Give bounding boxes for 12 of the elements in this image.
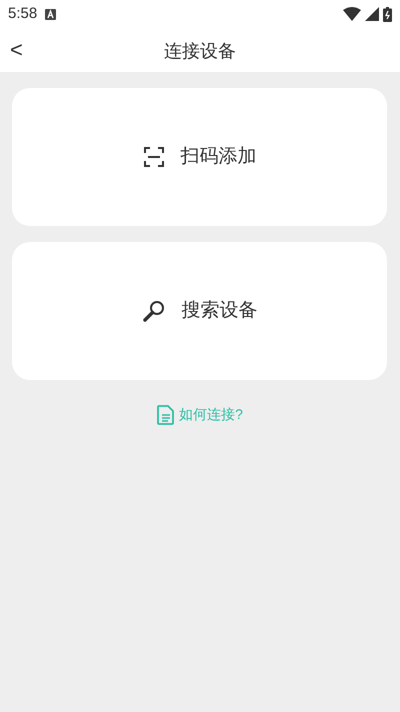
battery-icon <box>383 6 392 22</box>
wifi-icon <box>343 7 361 21</box>
signal-icon <box>365 7 379 21</box>
notification-icon <box>45 8 56 20</box>
page-title: 连接设备 <box>164 40 236 63</box>
scan-icon <box>142 146 164 168</box>
document-icon <box>157 404 176 424</box>
magnifier-icon <box>142 299 166 323</box>
status-time: 5:58 <box>8 4 38 24</box>
search-device-button[interactable]: 搜索设备 <box>12 242 387 380</box>
back-button[interactable]: < <box>0 39 33 61</box>
scan-add-button[interactable]: 扫码添加 <box>12 88 387 226</box>
